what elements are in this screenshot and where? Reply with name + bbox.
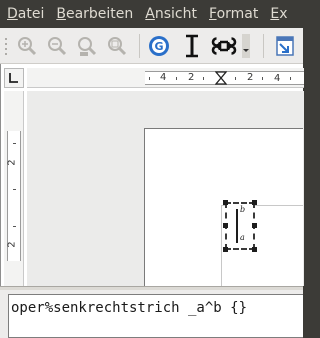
- upper-limit: b: [240, 205, 246, 214]
- selection-handle[interactable]: [223, 200, 228, 205]
- menu-ansicht[interactable]: Ansicht: [138, 0, 202, 28]
- selection-handle[interactable]: [252, 223, 257, 228]
- ruler-tick: [149, 77, 150, 80]
- command-area: oper%senkrechtstrich _a^b {}: [0, 290, 303, 338]
- zoom-100-icon: [78, 37, 97, 56]
- toolbar: G: [0, 28, 303, 64]
- text-cursor-icon: [186, 34, 198, 58]
- menu-datei-mnemonic: D: [7, 6, 18, 22]
- ruler-tick: [203, 77, 204, 80]
- lower-limit: a: [240, 233, 245, 242]
- formula-command-input[interactable]: oper%senkrechtstrich _a^b {}: [8, 294, 303, 338]
- ruler-label: 4: [274, 73, 281, 84]
- ruler-tick: [262, 77, 263, 80]
- document-arrow-icon: [276, 36, 294, 56]
- zoom-page-icon: [108, 37, 127, 56]
- toolbar-separator: [139, 34, 140, 58]
- zoom-in-icon: [18, 37, 37, 56]
- page-margin-line: [221, 205, 222, 286]
- ruler-tick: [13, 226, 16, 227]
- ruler-corner[interactable]: [4, 68, 24, 88]
- vertical-ruler[interactable]: 2 2: [4, 91, 24, 286]
- selection-handle[interactable]: [223, 223, 228, 228]
- ruler-tick: [13, 143, 16, 144]
- menu-bearbeiten-label: earbeiten: [65, 6, 134, 22]
- ruler-tick: [13, 189, 16, 190]
- menu-datei-label: atei: [17, 6, 45, 22]
- ruler-label: 2: [6, 241, 18, 248]
- menu-datei[interactable]: Datei: [0, 0, 49, 28]
- toolbar-overflow-button[interactable]: [240, 33, 252, 59]
- import-formula-button[interactable]: [272, 33, 298, 59]
- update-button[interactable]: G: [146, 33, 172, 59]
- menu-format[interactable]: Format: [202, 0, 263, 28]
- menu-extras[interactable]: Ex: [263, 0, 292, 28]
- ruler-label: 2: [188, 72, 195, 83]
- menu-format-mnemonic: F: [209, 6, 217, 22]
- horizontal-ruler[interactable]: 4 2 2 4: [27, 68, 304, 88]
- menu-bearbeiten-mnemonic: B: [56, 6, 66, 22]
- selection-handle[interactable]: [252, 247, 257, 252]
- chevron-down-icon: [242, 34, 250, 58]
- zoom-out-button[interactable]: [44, 33, 70, 59]
- toolbar-grip[interactable]: [2, 33, 10, 59]
- menu-format-label: ormat: [216, 6, 259, 22]
- zoom-100-button[interactable]: [74, 33, 100, 59]
- tab-stop-icon: [9, 73, 18, 83]
- menu-ansicht-label: nsicht: [154, 6, 197, 22]
- ruler-tick: [235, 77, 236, 80]
- ruler-tick: [290, 77, 291, 80]
- vertical-ruler-page-area: 2 2: [7, 131, 21, 261]
- toolbar-separator: [263, 34, 264, 58]
- grip-icon: [5, 38, 7, 55]
- menu-ansicht-mnemonic: A: [145, 6, 155, 22]
- ruler-label: 2: [6, 159, 18, 166]
- menubar: Datei Bearbeiten Ansicht Format Ex: [0, 0, 303, 28]
- selection-handle[interactable]: [252, 200, 257, 205]
- symbols-button[interactable]: [210, 33, 238, 59]
- vertical-bar-operator: [236, 209, 238, 243]
- menu-extras-mnemonic: E: [270, 6, 280, 22]
- zoom-in-button[interactable]: [14, 33, 40, 59]
- ruler-tick: [176, 77, 177, 80]
- horizontal-ruler-page-area: 4 2 2 4: [145, 71, 304, 85]
- ruler-label: 4: [160, 72, 167, 83]
- formula-cursor-button[interactable]: [180, 33, 204, 59]
- show-all-button[interactable]: [104, 33, 130, 59]
- zoom-out-icon: [48, 37, 67, 56]
- update-icon: G: [149, 36, 169, 56]
- command-key-icon: [211, 37, 237, 55]
- ruler-label: 2: [247, 72, 254, 83]
- menu-extras-label: x: [279, 6, 288, 22]
- menu-bearbeiten[interactable]: Bearbeiten: [49, 0, 138, 28]
- formula-page: [144, 128, 303, 286]
- indent-marker-icon[interactable]: [215, 71, 227, 85]
- svg-text:G: G: [154, 40, 163, 53]
- selection-handle[interactable]: [223, 247, 228, 252]
